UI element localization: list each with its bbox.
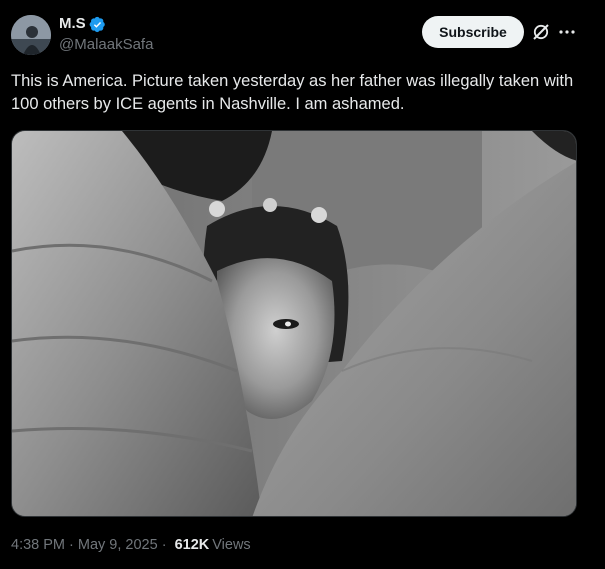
tweet-text: This is America. Picture taken yesterday… <box>11 72 574 113</box>
views-count: 612K <box>174 537 210 553</box>
views-label: Views <box>212 537 251 553</box>
tweet-photo[interactable] <box>11 130 577 517</box>
avatar[interactable] <box>11 15 51 55</box>
tweet: M.S @MalaakSafa Subscribe This is Americ… <box>0 0 605 569</box>
tweet-timestamp[interactable]: 4:38 PM · May 9, 2025 <box>11 536 158 554</box>
meta-separator: · <box>157 537 171 553</box>
verified-badge-icon <box>89 16 106 33</box>
avatar-image <box>11 15 51 55</box>
tweet-meta: 4:38 PM · May 9, 2025 · 612K Views <box>11 536 251 554</box>
subscribe-button[interactable]: Subscribe <box>422 16 524 48</box>
author-handle[interactable]: @MalaakSafa <box>59 36 153 54</box>
grok-icon[interactable] <box>531 22 551 42</box>
author-name-row[interactable]: M.S <box>59 15 106 33</box>
more-options-icon[interactable] <box>557 22 577 42</box>
author-display-name[interactable]: M.S <box>59 15 86 33</box>
photo-image <box>12 131 576 516</box>
